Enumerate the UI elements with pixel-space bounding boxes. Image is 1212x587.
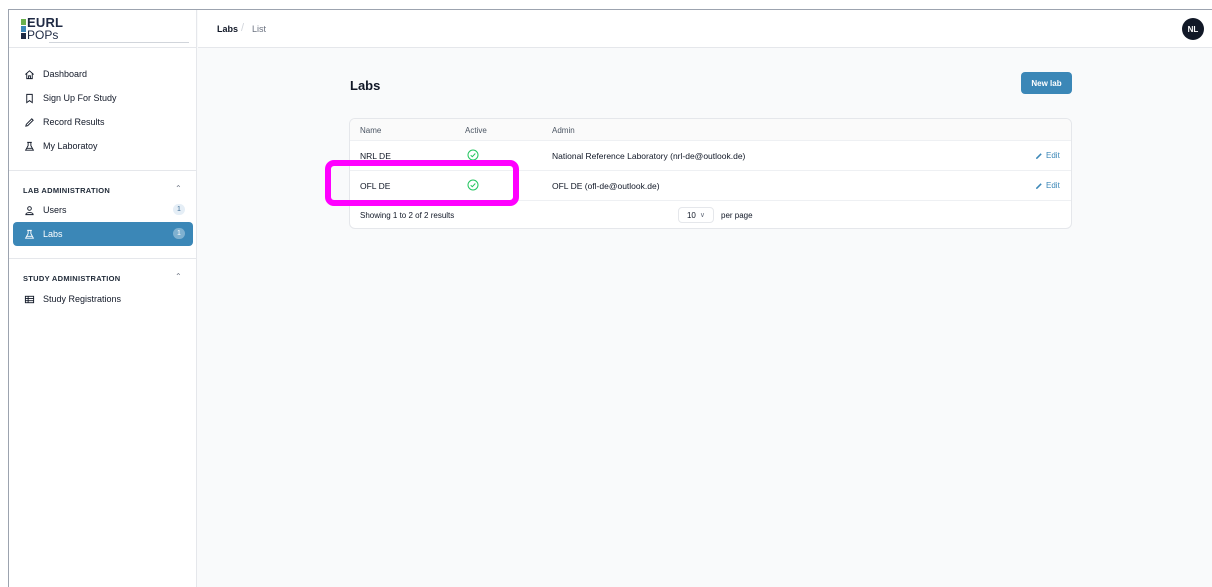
results-summary: Showing 1 to 2 of 2 results xyxy=(360,211,455,220)
lab-name: NRL DE xyxy=(360,151,391,161)
column-header-name[interactable]: Name xyxy=(360,126,381,135)
check-circle-icon xyxy=(467,149,479,161)
logo[interactable]: EURL POPs xyxy=(9,10,197,48)
lab-admin: OFL DE (ofl-de@outlook.de) xyxy=(552,181,660,191)
user-avatar[interactable]: NL xyxy=(1182,18,1204,40)
edit-label: Edit xyxy=(1046,151,1060,160)
edit-link[interactable]: Edit xyxy=(1035,181,1060,190)
lab-name: OFL DE xyxy=(360,181,391,191)
top-header: Labs / List NL xyxy=(198,10,1212,48)
column-header-active[interactable]: Active xyxy=(465,126,487,135)
sidebar: EURL POPs Dashboard Sign Up For Study Re… xyxy=(9,10,197,587)
sidebar-divider xyxy=(9,170,197,171)
page-title: Labs xyxy=(350,78,381,93)
sidebar-item-sign-up-for-study[interactable]: Sign Up For Study xyxy=(13,86,193,110)
chevron-up-icon[interactable]: ⌃ xyxy=(175,184,182,193)
sidebar-item-label: Users xyxy=(43,205,67,215)
sidebar-item-study-registrations[interactable]: Study Registrations xyxy=(13,287,193,311)
lab-admin-nav: Users 1 Labs 1 xyxy=(13,198,193,246)
breadcrumb-labs[interactable]: Labs xyxy=(217,24,238,34)
breadcrumb-list: List xyxy=(252,24,267,34)
sidebar-item-my-laboratoy[interactable]: My Laboratoy xyxy=(13,134,193,158)
main-nav: Dashboard Sign Up For Study Record Resul… xyxy=(13,62,193,158)
check-circle-icon xyxy=(467,179,479,191)
edit-label: Edit xyxy=(1046,181,1060,190)
table-row[interactable]: OFL DE OFL DE (ofl-de@outlook.de) Edit xyxy=(350,171,1071,201)
sidebar-item-label: Study Registrations xyxy=(43,294,122,304)
flask-icon xyxy=(23,228,35,240)
flask-icon xyxy=(23,140,35,152)
bookmark-icon xyxy=(23,92,35,104)
users-icon xyxy=(23,204,35,216)
chevron-up-icon[interactable]: ⌃ xyxy=(175,272,182,281)
table-footer: Showing 1 to 2 of 2 results 10 ∨ per pag… xyxy=(350,201,1071,228)
sidebar-item-label: Sign Up For Study xyxy=(43,93,117,103)
section-title-lab-administration: LAB ADMINISTRATION xyxy=(23,186,111,195)
section-title-study-administration: STUDY ADMINISTRATION xyxy=(23,274,121,283)
table-header: Name Active Admin xyxy=(350,119,1071,141)
logo-divider xyxy=(49,42,189,43)
sidebar-item-label: My Laboratoy xyxy=(43,141,98,151)
sidebar-item-dashboard[interactable]: Dashboard xyxy=(13,62,193,86)
sidebar-item-label: Dashboard xyxy=(43,69,88,79)
per-page-select[interactable]: 10 ∨ xyxy=(678,207,714,223)
column-header-admin[interactable]: Admin xyxy=(552,126,575,135)
per-page-label: per page xyxy=(721,211,753,220)
pencil-icon xyxy=(1036,182,1042,189)
sidebar-item-label: Labs xyxy=(43,229,63,239)
sidebar-item-record-results[interactable]: Record Results xyxy=(13,110,193,134)
per-page-value: 10 xyxy=(686,210,696,220)
edit-link[interactable]: Edit xyxy=(1035,151,1060,160)
breadcrumb-separator: / xyxy=(241,22,245,34)
chevron-down-icon: ∨ xyxy=(699,212,706,219)
count-badge: 1 xyxy=(173,228,185,239)
table-icon xyxy=(23,293,35,305)
sidebar-item-labs[interactable]: Labs 1 xyxy=(13,222,193,246)
new-lab-button[interactable]: New lab xyxy=(1021,72,1072,94)
sidebar-divider xyxy=(9,258,197,259)
pencil-icon xyxy=(1036,152,1042,159)
logo-mark xyxy=(21,19,26,39)
app-frame: EURL POPs Dashboard Sign Up For Study Re… xyxy=(8,9,1212,587)
sidebar-item-label: Record Results xyxy=(43,117,105,127)
lab-admin: National Reference Laboratory (nrl-de@ou… xyxy=(552,151,746,161)
count-badge: 1 xyxy=(173,204,185,215)
table-row[interactable]: NRL DE National Reference Laboratory (nr… xyxy=(350,141,1071,171)
home-icon xyxy=(23,68,35,80)
labs-table: Name Active Admin NRL DE National Refere… xyxy=(349,118,1072,229)
pencil-icon xyxy=(23,116,35,128)
sidebar-item-users[interactable]: Users 1 xyxy=(13,198,193,222)
logo-text-bottom: POPs xyxy=(27,28,59,42)
study-admin-nav: Study Registrations xyxy=(13,287,193,311)
